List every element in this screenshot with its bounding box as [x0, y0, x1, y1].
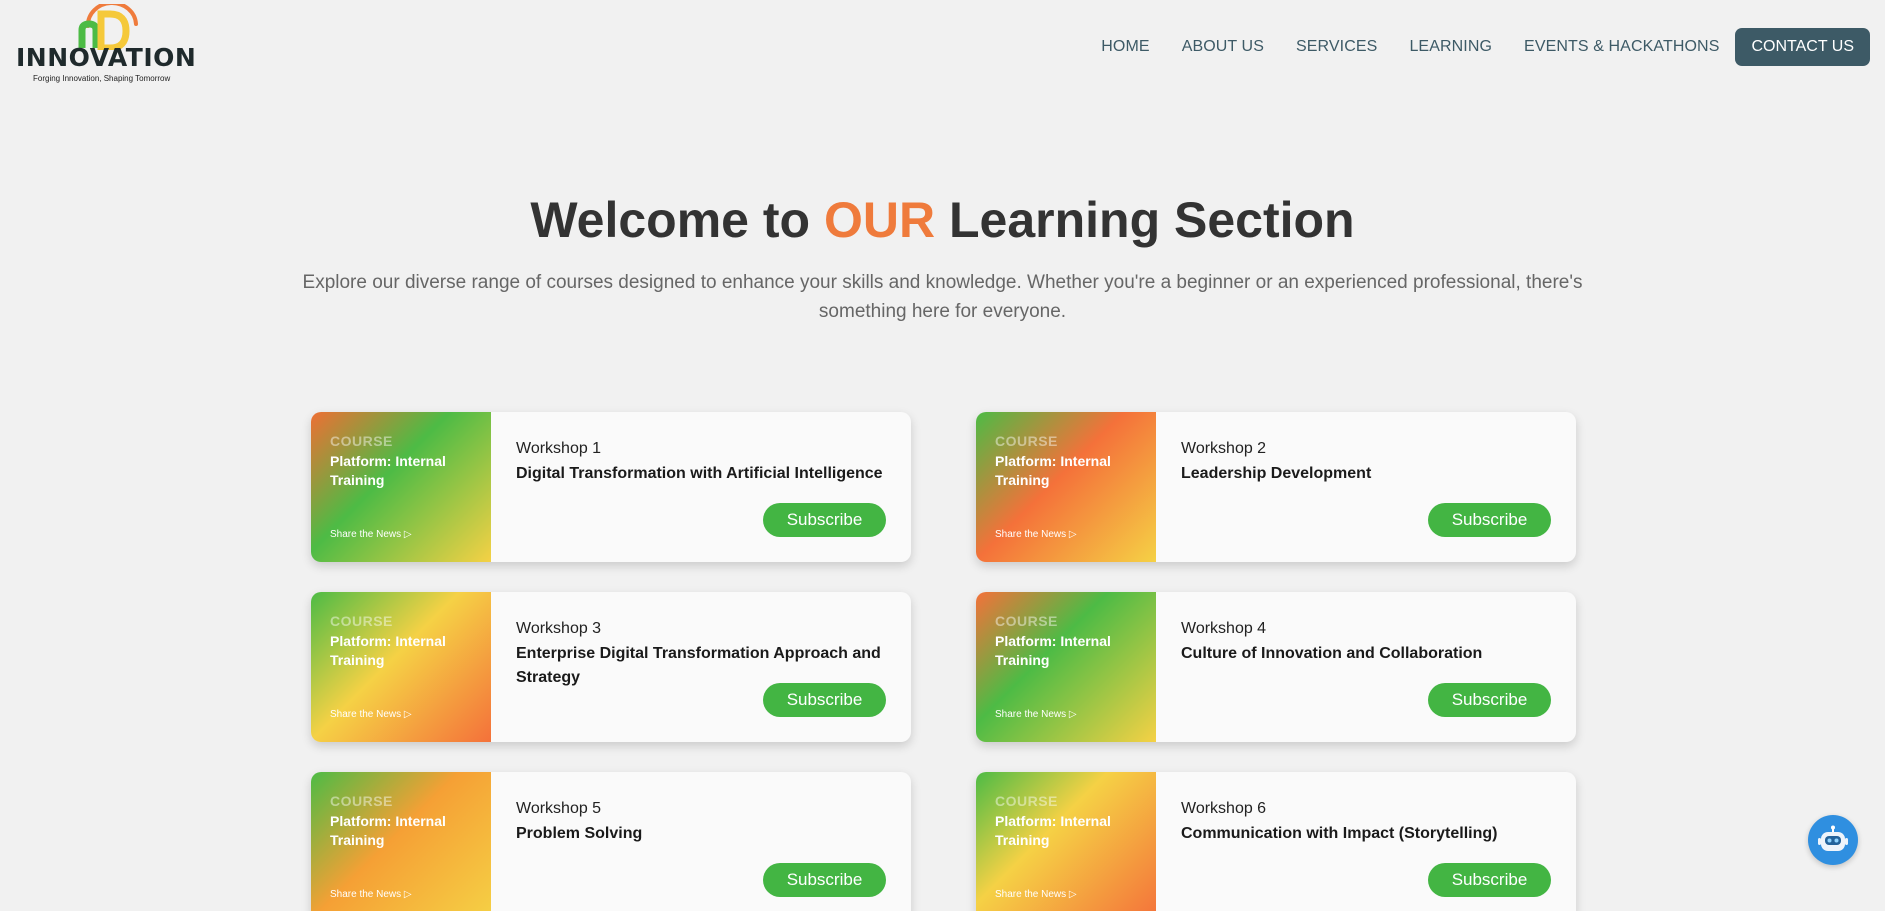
workshop-title: Culture of Innovation and Collaboration — [1181, 645, 1483, 662]
subscribe-button[interactable]: Subscribe — [763, 863, 886, 897]
workshop-info: Workshop 2 Leadership Development Subscr… — [1156, 412, 1576, 562]
workshop-card: COURSE Platform: Internal Training Share… — [311, 592, 911, 742]
workshop-info: Workshop 1 Digital Transformation with A… — [491, 412, 911, 562]
workshop-title: Communication with Impact (Storytelling) — [1181, 825, 1498, 842]
workshop-number: Workshop 1 — [516, 440, 602, 457]
workshop-card: COURSE Platform: Internal Training Share… — [976, 772, 1576, 911]
workshop-card: COURSE Platform: Internal Training Share… — [311, 772, 911, 911]
course-banner: COURSE Platform: Internal Training Share… — [976, 412, 1156, 562]
workshop-card: COURSE Platform: Internal Training Share… — [976, 412, 1576, 562]
workshop-card: COURSE Platform: Internal Training Share… — [976, 592, 1576, 742]
workshop-number: Workshop 5 — [516, 800, 602, 817]
title-prefix: Welcome to — [530, 192, 824, 248]
share-news-link[interactable]: Share the News ▷ — [995, 529, 1077, 540]
course-banner: COURSE Platform: Internal Training Share… — [976, 592, 1156, 742]
page-title: Welcome to OUR Learning Section — [0, 192, 1885, 248]
platform-label: Platform: Internal Training — [995, 453, 1111, 488]
subscribe-button[interactable]: Subscribe — [1428, 503, 1551, 537]
platform-label: Platform: Internal Training — [330, 453, 446, 488]
subscribe-button[interactable]: Subscribe — [1428, 683, 1551, 717]
workshop-info: Workshop 6 Communication with Impact (St… — [1156, 772, 1576, 911]
workshop-info: Workshop 4 Culture of Innovation and Col… — [1156, 592, 1576, 742]
nav-services[interactable]: SERVICES — [1296, 38, 1377, 56]
logo-wordmark: INNOVATION — [16, 43, 197, 72]
course-tag: COURSE — [330, 613, 393, 629]
robot-icon — [1818, 825, 1848, 851]
page-subtitle: Explore our diverse range of courses des… — [302, 272, 1583, 322]
nav-about-us[interactable]: ABOUT US — [1182, 38, 1264, 56]
title-suffix: Learning Section — [935, 192, 1355, 248]
nav-home[interactable]: HOME — [1101, 38, 1149, 56]
title-accent: OUR — [823, 192, 936, 248]
nav-learning[interactable]: LEARNING — [1409, 38, 1492, 56]
course-banner: COURSE Platform: Internal Training Share… — [311, 772, 491, 911]
site-header: INNOVATION Forging Innovation, Shaping T… — [0, 0, 1885, 92]
share-news-link[interactable]: Share the News ▷ — [995, 889, 1077, 900]
platform-label: Platform: Internal Training — [330, 813, 446, 848]
subscribe-button[interactable]: Subscribe — [763, 503, 886, 537]
subscribe-button[interactable]: Subscribe — [1428, 863, 1551, 897]
share-news-link[interactable]: Share the News ▷ — [330, 709, 412, 720]
workshop-info: Workshop 3 Enterprise Digital Transforma… — [491, 592, 911, 742]
course-tag: COURSE — [330, 793, 393, 809]
workshop-title: Problem Solving — [516, 825, 643, 842]
platform-label: Platform: Internal Training — [330, 633, 446, 668]
logo-tagline: Forging Innovation, Shaping Tomorrow — [33, 74, 171, 83]
main-nav: HOME ABOUT US SERVICES LEARNING EVENTS &… — [1101, 28, 1870, 66]
platform-label: Platform: Internal Training — [995, 633, 1111, 668]
course-banner: COURSE Platform: Internal Training Share… — [311, 592, 491, 742]
workshop-info: Workshop 5 Problem Solving Subscribe — [491, 772, 911, 911]
subscribe-button[interactable]: Subscribe — [763, 683, 886, 717]
workshop-number: Workshop 4 — [1181, 620, 1267, 637]
course-tag: COURSE — [330, 433, 393, 449]
contact-us-button[interactable]: CONTACT US — [1735, 28, 1870, 66]
workshop-number: Workshop 2 — [1181, 440, 1267, 457]
course-banner: COURSE Platform: Internal Training Share… — [976, 772, 1156, 911]
workshop-number: Workshop 3 — [516, 620, 602, 637]
course-tag: COURSE — [995, 613, 1058, 629]
course-tag: COURSE — [995, 793, 1058, 809]
course-banner: COURSE Platform: Internal Training Share… — [311, 412, 491, 562]
platform-label: Platform: Internal Training — [995, 813, 1111, 848]
workshop-title: Leadership Development — [1181, 465, 1372, 482]
nav-events-hackathons[interactable]: EVENTS & HACKATHONS — [1524, 38, 1719, 56]
chatbot-button[interactable] — [1808, 815, 1858, 865]
share-news-link[interactable]: Share the News ▷ — [995, 709, 1077, 720]
share-news-link[interactable]: Share the News ▷ — [330, 889, 412, 900]
share-news-link[interactable]: Share the News ▷ — [330, 529, 412, 540]
workshop-card: COURSE Platform: Internal Training Share… — [311, 412, 911, 562]
workshop-number: Workshop 6 — [1181, 800, 1267, 817]
workshop-title: Digital Transformation with Artificial I… — [516, 465, 883, 482]
innovation-logo[interactable]: INNOVATION Forging Innovation, Shaping T… — [16, 4, 197, 86]
course-tag: COURSE — [995, 433, 1058, 449]
